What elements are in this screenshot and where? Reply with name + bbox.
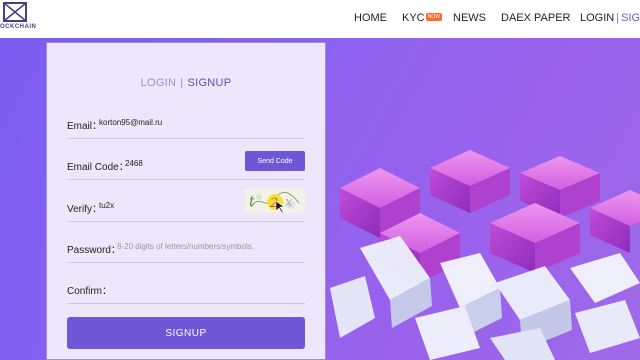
svg-text:t: t [249, 194, 255, 210]
auth-tabs: LOGIN | SIGNUP [47, 77, 325, 89]
email-code-label: Email Code： [67, 162, 129, 173]
password-field[interactable] [117, 239, 305, 253]
password-label: Password： [67, 245, 121, 256]
captcha-image[interactable]: t 2 x [245, 189, 305, 214]
nav-news[interactable]: NEWS [453, 12, 486, 24]
nav-auth: LOGIN|SIGNUP [580, 12, 640, 24]
new-badge: NOW [425, 13, 442, 21]
email-code-row: Email Code： Send Code [67, 151, 305, 180]
tab-separator: | [180, 77, 184, 89]
tab-signup[interactable]: SIGNUP [187, 77, 231, 89]
nav-kyc[interactable]: KYC NOW [402, 12, 442, 24]
nav-signup[interactable]: SIGNUP [621, 12, 640, 24]
verify-label: Verify： [67, 204, 103, 215]
signup-panel: LOGIN|SIGNUP Email： Email Code： Send Cod… [46, 42, 326, 360]
captcha-icon: t 2 x [245, 189, 305, 214]
svg-text:x: x [285, 195, 293, 210]
signup-button[interactable]: SIGNUP [67, 317, 305, 349]
tab-login[interactable]: LOGIN [141, 77, 177, 89]
cubes-illustration [320, 38, 640, 360]
send-code-button[interactable]: Send Code [245, 151, 305, 171]
verify-field[interactable] [99, 198, 229, 212]
verify-row: Verify： t 2 x [67, 189, 305, 222]
email-row: Email： [67, 113, 305, 139]
main-nav: HOME KYCNOW NEWS DAEX PAPER LOGIN|SIGNUP [0, 0, 640, 38]
email-label: Email： [67, 121, 103, 132]
top-navigation-bar: OCKCHAIN HOME KYC NOW NEWS DAEX PAPER LOG… [0, 0, 640, 38]
confirm-row: Confirm： [67, 278, 305, 304]
nav-home[interactable]: HOME [354, 12, 387, 24]
email-field[interactable] [99, 115, 239, 129]
confirm-label: Confirm： [67, 286, 113, 297]
email-code-field[interactable] [125, 156, 235, 170]
nav-kyc-label: KYC [402, 12, 425, 24]
password-row: Password： [67, 237, 305, 263]
nav-daex-paper[interactable]: DAEX PAPER [501, 12, 571, 24]
nav-login[interactable]: LOGIN [580, 12, 614, 24]
confirm-password-field[interactable] [109, 280, 305, 294]
nav-separator: | [616, 12, 620, 24]
